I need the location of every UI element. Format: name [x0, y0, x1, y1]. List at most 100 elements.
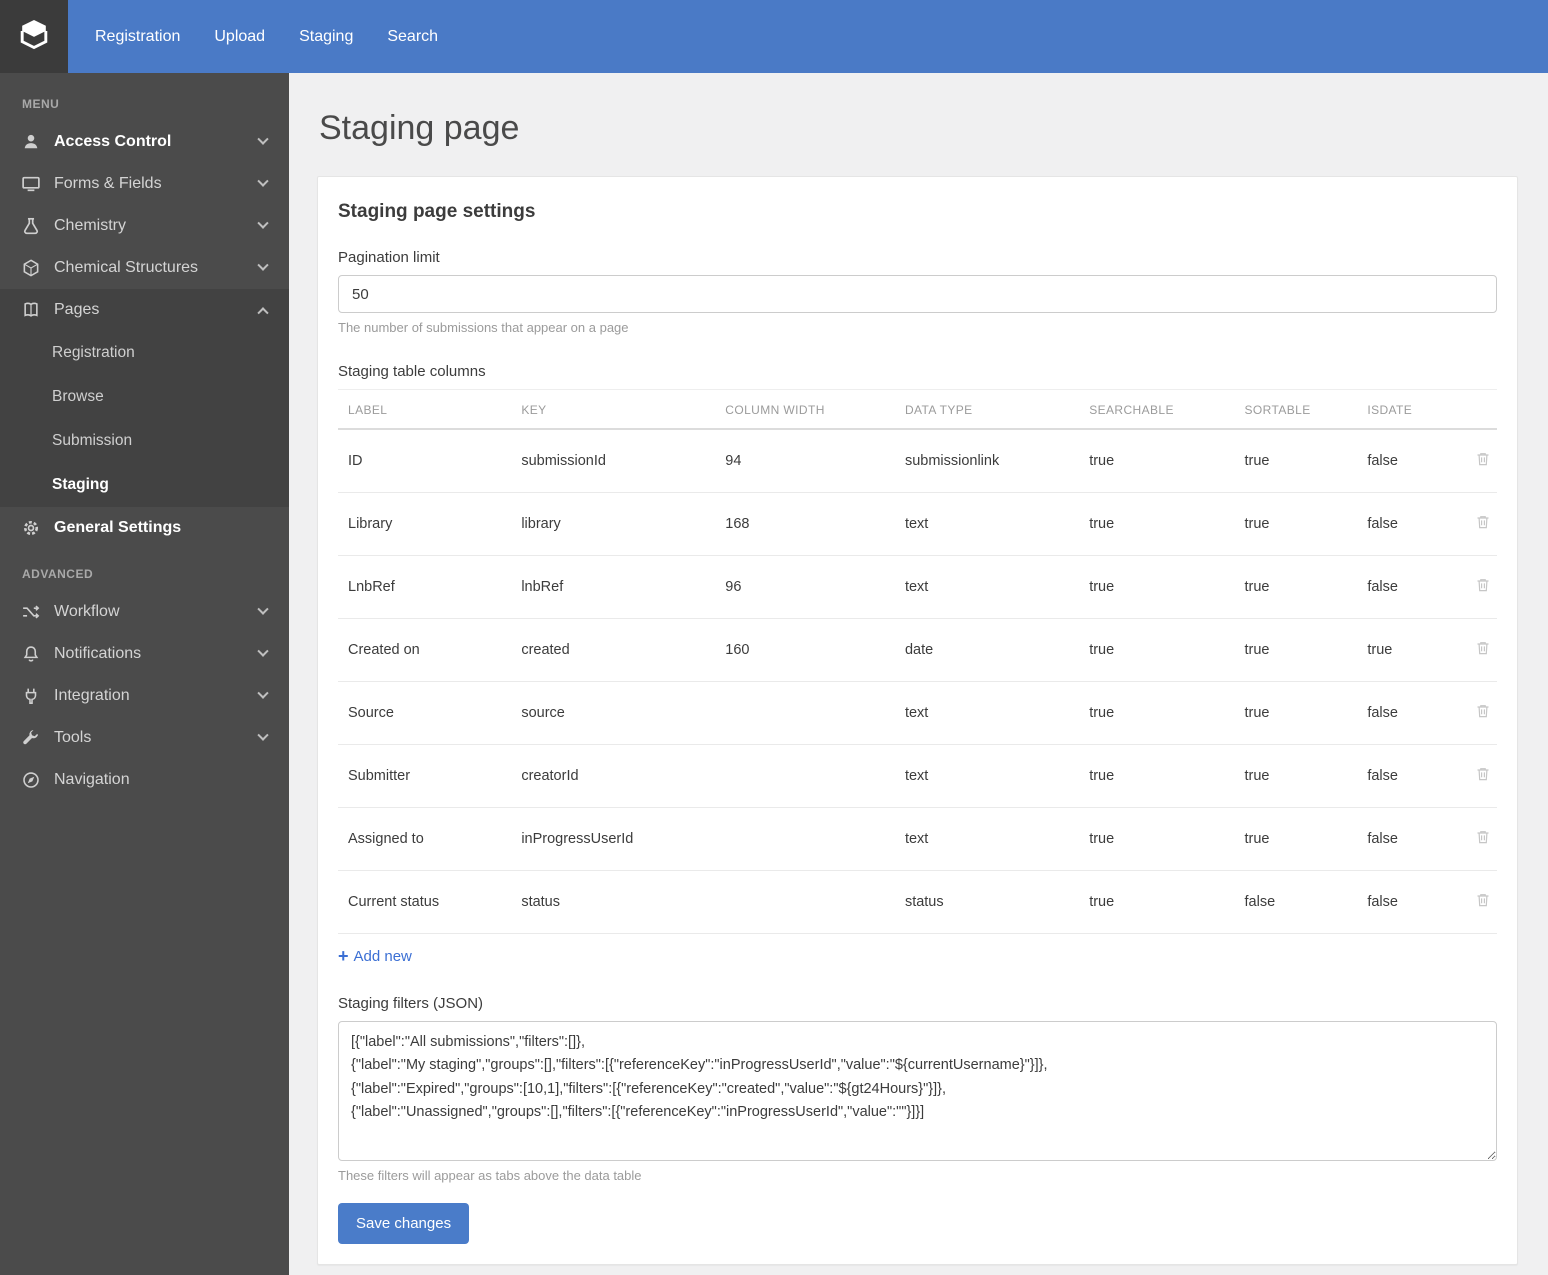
table-cell: false — [1361, 870, 1452, 934]
save-changes-button[interactable]: Save changes — [338, 1203, 470, 1244]
table-header-row: LABEL KEY COLUMN WIDTH DATA TYPE SEARCHABLE S… — [338, 389, 1497, 430]
column-header-actions — [1451, 389, 1497, 430]
table-cell — [719, 807, 899, 871]
table-cell: inProgressUserId — [515, 807, 720, 871]
chevron-down-icon — [257, 133, 269, 145]
bell-icon — [22, 645, 42, 663]
table-row: ID submissionId 94 submissionlink true true fa… — [338, 429, 1497, 493]
table-cell: text — [898, 807, 1084, 871]
delete-row-icon[interactable] — [1475, 451, 1491, 467]
table-cell: Current status — [338, 870, 516, 934]
topnav-item-staging[interactable]: Staging — [282, 0, 370, 73]
table-actions-cell — [1451, 618, 1497, 682]
table-cell: Submitter — [338, 744, 516, 808]
sidebar-section-header-menu: MENU — [22, 97, 60, 111]
table-cell: LnbRef — [338, 555, 516, 619]
sidebar-item-label: Pages — [54, 301, 100, 318]
table-cell: true — [1238, 744, 1362, 808]
gear-icon — [22, 519, 42, 537]
staging-filters-textarea[interactable]: [{"label":"All submissions","filters":[]… — [338, 1021, 1497, 1161]
table-row: Submitter creatorId text true true false — [338, 744, 1497, 808]
flask-icon — [22, 217, 42, 235]
column-header-searchable: SEARCHABLE — [1083, 389, 1239, 430]
table-cell: false — [1361, 681, 1452, 745]
table-cell: true — [1238, 681, 1362, 745]
chevron-down-icon — [257, 687, 269, 699]
sidebar-item-label: Chemistry — [54, 217, 127, 234]
table-cell: text — [898, 681, 1084, 745]
table-actions-cell — [1451, 870, 1497, 934]
table-cell: status — [515, 870, 720, 934]
staging-filters-label: Staging filters (JSON) — [338, 995, 484, 1012]
sidebar-item-chemical-structures[interactable]: Chemical Structures — [0, 247, 289, 289]
sidebar-item-tools[interactable]: Tools — [0, 717, 289, 759]
table-cell: true — [1083, 618, 1239, 682]
sidebar-subitem-staging[interactable]: Staging — [0, 463, 289, 507]
delete-row-icon[interactable] — [1475, 514, 1491, 530]
app-window: Registration Upload Staging Search MENU Acce… — [0, 0, 1548, 1275]
shuffle-icon — [22, 603, 42, 621]
sidebar-item-label: Navigation — [54, 771, 130, 788]
table-cell: true — [1083, 870, 1239, 934]
sidebar-subitem-registration[interactable]: Registration — [0, 331, 289, 375]
wrench-icon — [22, 729, 42, 747]
add-new-link[interactable]: + Add new — [338, 947, 412, 965]
sidebar-item-integration[interactable]: Integration — [0, 675, 289, 717]
table-cell: 168 — [719, 492, 899, 556]
chevron-down-icon — [257, 259, 269, 271]
table-cell: false — [1361, 492, 1452, 556]
table-actions-cell — [1451, 429, 1497, 493]
table-actions-cell — [1451, 492, 1497, 556]
app-logo[interactable] — [0, 0, 68, 73]
user-icon — [22, 133, 42, 151]
table-cell: true — [1083, 492, 1239, 556]
sidebar-item-forms-fields[interactable]: Forms & Fields — [0, 163, 289, 205]
column-header-data-type: DATA TYPE — [898, 389, 1084, 430]
chevron-down-icon — [257, 603, 269, 615]
sidebar-item-pages[interactable]: Pages — [0, 289, 289, 331]
delete-row-icon[interactable] — [1475, 703, 1491, 719]
sidebar-item-label: Access Control — [54, 133, 172, 150]
sidebar-item-general-settings[interactable]: General Settings — [0, 507, 289, 549]
chevron-up-icon — [257, 307, 269, 319]
delete-row-icon[interactable] — [1475, 640, 1491, 656]
sidebar-subitem-browse[interactable]: Browse — [0, 375, 289, 419]
chevron-down-icon — [257, 175, 269, 187]
delete-row-icon[interactable] — [1475, 829, 1491, 845]
sidebar-item-label: Chemical Structures — [54, 259, 199, 276]
delete-row-icon[interactable] — [1475, 892, 1491, 908]
table-cell: true — [1083, 555, 1239, 619]
sidebar-subitem-submission[interactable]: Submission — [0, 419, 289, 463]
sidebar-item-notifications[interactable]: Notifications — [0, 633, 289, 675]
table-cell: text — [898, 555, 1084, 619]
topnav-item-registration[interactable]: Registration — [78, 0, 197, 73]
page-title: Staging page — [319, 109, 520, 147]
sidebar-item-navigation[interactable]: Navigation — [0, 759, 289, 801]
sidebar-item-chemistry[interactable]: Chemistry — [0, 205, 289, 247]
delete-row-icon[interactable] — [1475, 577, 1491, 593]
table-row: Assigned to inProgressUserId text true true f… — [338, 807, 1497, 871]
sidebar-item-label: Tools — [54, 729, 92, 746]
table-row: LnbRef lnbRef 96 text true true false — [338, 555, 1497, 619]
sidebar-item-access-control[interactable]: Access Control — [0, 121, 289, 163]
pagination-limit-help: The number of submissions that appear on… — [338, 320, 629, 335]
table-cell: text — [898, 744, 1084, 808]
table-cell: text — [898, 492, 1084, 556]
table-cell: library — [515, 492, 720, 556]
pagination-limit-input[interactable] — [338, 275, 1497, 313]
table-cell: true — [1238, 618, 1362, 682]
column-header-isdate: ISDATE — [1361, 389, 1452, 430]
topnav-item-search[interactable]: Search — [370, 0, 455, 73]
topnav-item-upload[interactable]: Upload — [197, 0, 282, 73]
chevron-down-icon — [257, 217, 269, 229]
table-actions-cell — [1451, 807, 1497, 871]
sidebar-item-workflow[interactable]: Workflow — [0, 591, 289, 633]
pagination-limit-label: Pagination limit — [338, 249, 440, 266]
table-cell: status — [898, 870, 1084, 934]
book-icon — [22, 301, 42, 319]
table-row: Created on created 160 date true true true — [338, 618, 1497, 682]
delete-row-icon[interactable] — [1475, 766, 1491, 782]
table-cell: Created on — [338, 618, 516, 682]
column-header-label: LABEL — [338, 389, 516, 430]
sidebar-submenu: Registration Browse Submission Staging — [0, 331, 289, 507]
